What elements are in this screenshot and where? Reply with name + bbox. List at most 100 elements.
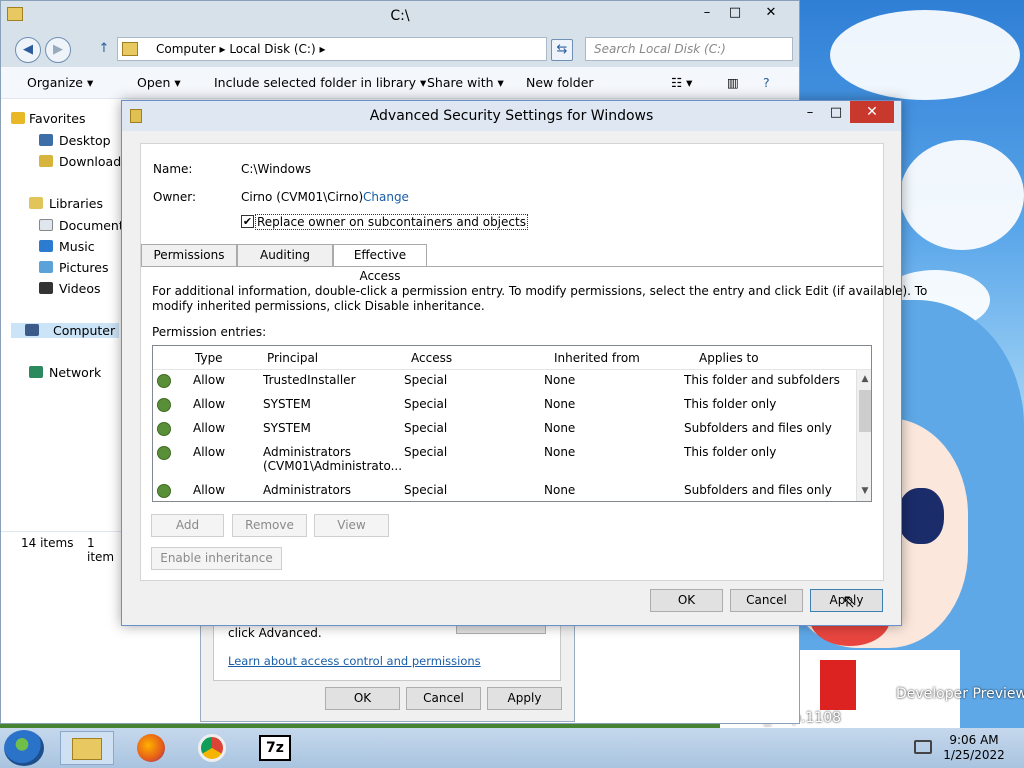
documents-icon <box>39 219 53 231</box>
back-button[interactable]: ◀ <box>15 37 41 63</box>
scroll-thumb[interactable] <box>859 390 871 432</box>
nav-music[interactable]: Music <box>39 239 95 254</box>
refresh-button[interactable]: ⇆ <box>551 39 573 61</box>
nav-computer[interactable]: Computer <box>11 323 120 338</box>
col-access[interactable]: Access <box>411 351 452 365</box>
dialog-close-button[interactable]: ✕ <box>850 101 894 123</box>
file-explorer-taskbar-icon[interactable] <box>60 731 114 765</box>
organize-menu[interactable]: Organize ▾ <box>27 75 93 90</box>
remove-button[interactable]: Remove <box>232 514 307 537</box>
props-apply-button[interactable]: Apply <box>487 687 562 710</box>
nav-pictures[interactable]: Pictures <box>39 260 109 275</box>
search-input[interactable]: Search Local Disk (C:) <box>585 37 793 61</box>
address-bar[interactable]: Computer ▸ Local Disk (C:) ▸ <box>117 37 547 61</box>
table-row[interactable]: Allow SYSTEM Special None This folder only <box>153 394 855 418</box>
table-row[interactable]: Allow Administrators Special None Subfolders… <box>153 480 855 501</box>
cancel-button[interactable]: Cancel <box>730 589 803 612</box>
ok-button[interactable]: OK <box>650 589 723 612</box>
firefox-taskbar-icon[interactable] <box>124 731 178 765</box>
cell-applies: This folder only <box>684 445 777 459</box>
chrome-taskbar-icon[interactable] <box>185 731 239 765</box>
nav-label: Pictures <box>59 260 109 275</box>
clock-date: 1/25/2022 <box>943 748 1005 762</box>
user-group-icon <box>157 484 171 498</box>
7zip-taskbar-icon[interactable]: 7z <box>248 731 302 765</box>
col-inherited-from[interactable]: Inherited from <box>554 351 640 365</box>
explorer-titlebar: C:\ – □ ✕ <box>1 1 799 31</box>
open-menu[interactable]: Open ▾ <box>137 75 181 90</box>
col-applies-to[interactable]: Applies to <box>699 351 759 365</box>
props-ok-button[interactable]: OK <box>325 687 400 710</box>
cell-type: Allow <box>193 397 226 411</box>
taskbar-clock[interactable]: 9:06 AM 1/25/2022 <box>940 733 1008 763</box>
nav-network[interactable]: Network <box>29 365 102 380</box>
nav-label: Network <box>49 365 102 380</box>
star-icon <box>11 112 25 124</box>
character-eye <box>898 488 944 544</box>
tab-auditing[interactable]: Auditing <box>237 244 333 267</box>
cell-applies: This folder only <box>684 397 777 411</box>
network-icon <box>29 366 43 378</box>
enable-inheritance-button[interactable]: Enable inheritance <box>151 547 282 570</box>
cell-inherited: None <box>544 373 576 387</box>
nav-label: Downloads <box>59 154 128 169</box>
tab-effective-access[interactable]: Effective Access <box>333 244 427 283</box>
include-in-library-menu[interactable]: Include selected folder in library ▾ <box>214 75 426 90</box>
dialog-minimize-button[interactable]: – <box>798 105 822 121</box>
nav-favorites[interactable]: Favorites <box>11 111 85 126</box>
nav-downloads[interactable]: Downloads <box>39 154 128 169</box>
nav-label: Libraries <box>49 196 103 211</box>
table-header: Type Principal Access Inherited from App… <box>153 346 871 370</box>
network-tray-icon[interactable] <box>914 740 932 754</box>
scroll-up-icon[interactable]: ▲ <box>859 372 871 386</box>
learn-access-control-link[interactable]: Learn about access control and permissio… <box>228 654 481 668</box>
permission-entries-table[interactable]: Type Principal Access Inherited from App… <box>152 345 872 502</box>
cell-type: Allow <box>193 445 226 459</box>
col-principal[interactable]: Principal <box>267 351 318 365</box>
maximize-button[interactable]: □ <box>723 5 747 21</box>
share-with-menu[interactable]: Share with ▾ <box>427 75 504 90</box>
view-options-icon[interactable]: ☷ ▾ <box>671 75 692 90</box>
up-button[interactable]: ↑ <box>91 37 117 63</box>
cell-access: Special <box>404 421 448 435</box>
new-folder-button[interactable]: New folder <box>526 75 594 90</box>
item-count: 14 items <box>21 536 74 550</box>
help-icon[interactable]: ? <box>763 75 770 90</box>
table-row[interactable]: Allow SYSTEM Special None Subfolders and fil… <box>153 418 855 442</box>
table-row[interactable]: Allow TrustedInstaller Special None This fol… <box>153 370 855 394</box>
nav-documents[interactable]: Documents <box>39 218 130 233</box>
dialog-title: Advanced Security Settings for Windows <box>369 108 654 124</box>
dialog-maximize-button[interactable]: □ <box>824 105 848 121</box>
name-label: Name: <box>153 162 193 176</box>
col-type[interactable]: Type <box>195 351 223 365</box>
scroll-down-icon[interactable]: ▼ <box>859 484 871 498</box>
add-button[interactable]: Add <box>151 514 224 537</box>
props-cancel-button[interactable]: Cancel <box>406 687 481 710</box>
cell-applies: Subfolders and files only <box>684 421 832 435</box>
forward-button[interactable]: ▶ <box>45 37 71 63</box>
nav-libraries[interactable]: Libraries <box>29 196 103 211</box>
minimize-button[interactable]: – <box>695 5 719 21</box>
view-button[interactable]: View <box>314 514 389 537</box>
nav-desktop[interactable]: Desktop <box>39 133 111 148</box>
start-button[interactable] <box>4 730 44 766</box>
nav-videos[interactable]: Videos <box>39 281 101 296</box>
replace-owner-checkbox[interactable]: ✔ <box>241 215 254 228</box>
taskbar: 7z 9:06 AM 1/25/2022 <box>0 728 1024 768</box>
downloads-icon <box>39 155 53 167</box>
table-row[interactable]: Allow Administrators (CVM01\Administrato..… <box>153 442 855 473</box>
dialog-titlebar: Advanced Security Settings for Windows –… <box>122 101 901 131</box>
close-button[interactable]: ✕ <box>759 5 783 21</box>
firefox-icon <box>137 734 165 762</box>
replace-owner-label[interactable]: Replace owner on subcontainers and objec… <box>255 214 528 230</box>
7zip-icon: 7z <box>259 735 291 761</box>
cell-access: Special <box>404 483 448 497</box>
explorer-title: C:\ <box>390 8 410 24</box>
preview-pane-icon[interactable]: ▥ <box>727 75 739 90</box>
breadcrumb-local-disk[interactable]: Local Disk (C:) <box>229 42 315 56</box>
breadcrumb-computer[interactable]: Computer <box>156 42 216 56</box>
owner-value: Cirno (CVM01\Cirno) <box>241 190 364 204</box>
table-scrollbar[interactable]: ▲ ▼ <box>856 370 871 501</box>
change-owner-link[interactable]: Change <box>363 190 409 204</box>
tab-permissions[interactable]: Permissions <box>141 244 237 267</box>
